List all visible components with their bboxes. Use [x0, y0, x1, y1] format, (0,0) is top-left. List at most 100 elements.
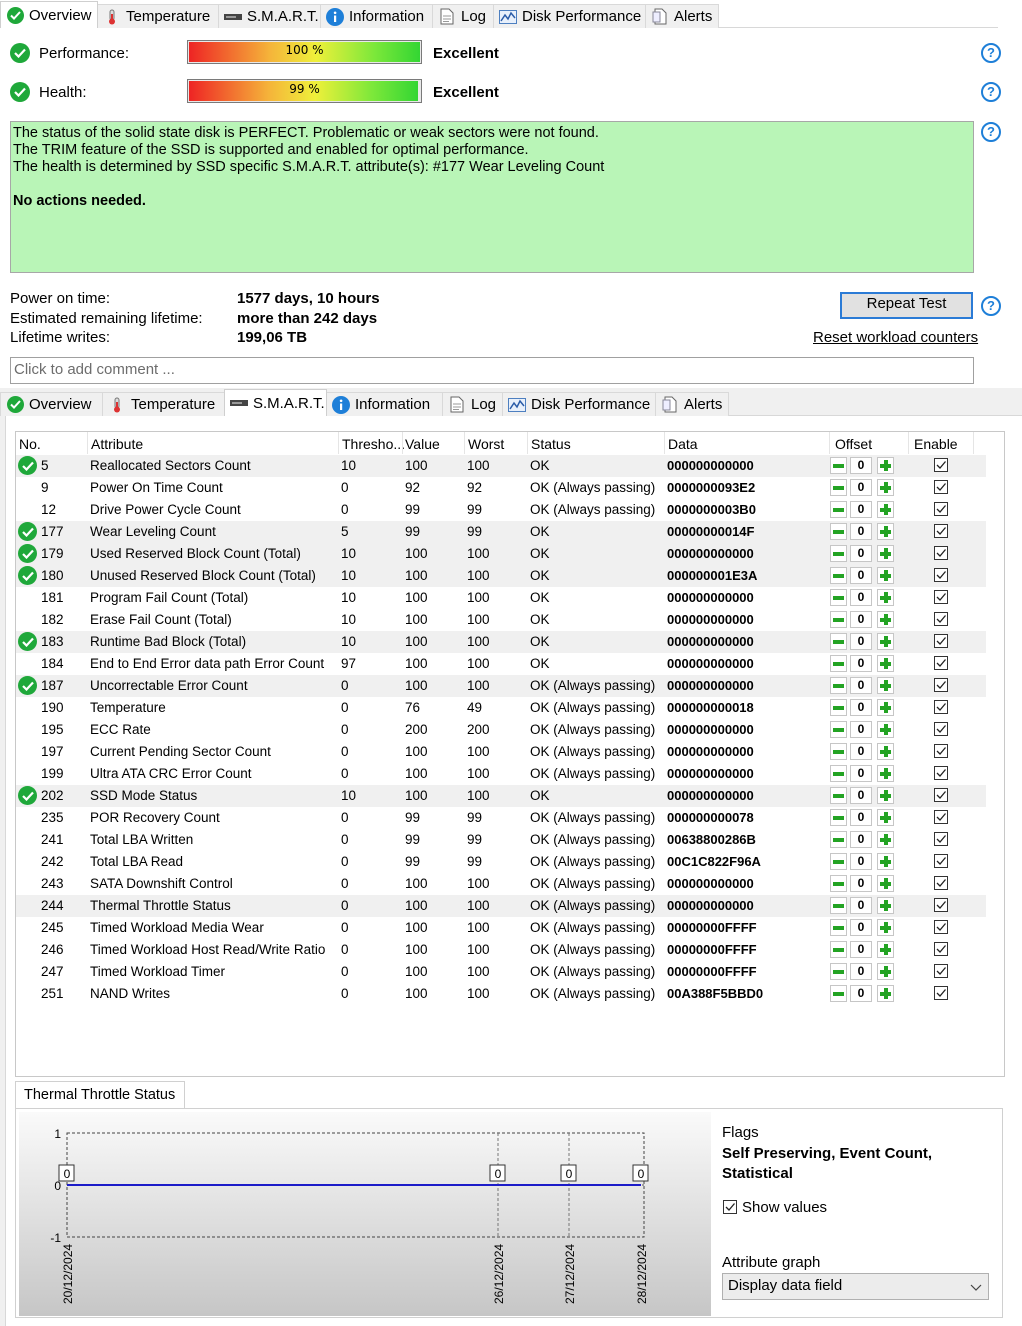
offset-increase-button[interactable] [877, 875, 894, 892]
offset-value[interactable]: 0 [850, 501, 872, 518]
enable-checkbox[interactable] [934, 678, 948, 692]
offset-decrease-button[interactable] [830, 963, 847, 980]
table-row[interactable]: 243 SATA Downshift Control 0 100 100 OK (Alwa… [16, 873, 986, 895]
offset-increase-button[interactable] [877, 963, 894, 980]
enable-checkbox[interactable] [934, 766, 948, 780]
offset-increase-button[interactable] [877, 787, 894, 804]
offset-increase-button[interactable] [877, 545, 894, 562]
offset-value[interactable]: 0 [850, 677, 872, 694]
offset-increase-button[interactable] [877, 501, 894, 518]
offset-increase-button[interactable] [877, 633, 894, 650]
enable-checkbox[interactable] [934, 700, 948, 714]
offset-decrease-button[interactable] [830, 897, 847, 914]
offset-value[interactable]: 0 [850, 611, 872, 628]
show-values-label[interactable]: Show values [742, 1199, 827, 1216]
table-row[interactable]: 182 Erase Fail Count (Total) 10 100 100 OK 000… [16, 609, 986, 631]
offset-value[interactable]: 0 [850, 765, 872, 782]
table-row[interactable]: 246 Timed Workload Host Read/Write Ratio 0… [16, 939, 986, 961]
offset-value[interactable]: 0 [850, 809, 872, 826]
status-help-icon[interactable]: ? [981, 122, 1001, 142]
offset-increase-button[interactable] [877, 589, 894, 606]
offset-value[interactable]: 0 [850, 589, 872, 606]
offset-value[interactable]: 0 [850, 897, 872, 914]
offset-value[interactable]: 0 [850, 743, 872, 760]
enable-checkbox[interactable] [934, 634, 948, 648]
offset-decrease-button[interactable] [830, 721, 847, 738]
tab-information[interactable]: Information [326, 392, 443, 416]
table-row[interactable]: 202 SSD Mode Status 10 100 100 OK 000000000000… [16, 785, 986, 807]
repeat-test-button[interactable]: Repeat Test [840, 292, 973, 319]
offset-decrease-button[interactable] [830, 809, 847, 826]
health-help-icon[interactable]: ? [981, 82, 1001, 102]
smart-attributes-table[interactable]: No. Attribute Thresho... Value Worst Sta… [15, 431, 1005, 1077]
enable-checkbox[interactable] [934, 502, 948, 516]
enable-checkbox[interactable] [934, 524, 948, 538]
offset-value[interactable]: 0 [850, 567, 872, 584]
tab-alerts[interactable]: Alerts [645, 4, 719, 28]
table-row[interactable]: 12 Drive Power Cycle Count 0 99 99 OK (Always… [16, 499, 986, 521]
enable-checkbox[interactable] [934, 942, 948, 956]
table-row[interactable]: 197 Current Pending Sector Count 0 100 100 OK… [16, 741, 986, 763]
offset-value[interactable]: 0 [850, 523, 872, 540]
table-row[interactable]: 242 Total LBA Read 0 99 99 OK (Always passing… [16, 851, 986, 873]
column-header-worst[interactable]: Worst [468, 436, 504, 452]
offset-decrease-button[interactable] [830, 853, 847, 870]
enable-checkbox[interactable] [934, 920, 948, 934]
enable-checkbox[interactable] [934, 722, 948, 736]
offset-decrease-button[interactable] [830, 765, 847, 782]
table-row[interactable]: 245 Timed Workload Media Wear 0 100 100 OK (A… [16, 917, 986, 939]
enable-checkbox[interactable] [934, 854, 948, 868]
offset-increase-button[interactable] [877, 567, 894, 584]
table-row[interactable]: 190 Temperature 0 76 49 OK (Always passing) 00… [16, 697, 986, 719]
offset-decrease-button[interactable] [830, 479, 847, 496]
offset-value[interactable]: 0 [850, 919, 872, 936]
table-row[interactable]: 177 Wear Leveling Count 5 99 99 OK 00000000014… [16, 521, 986, 543]
enable-checkbox[interactable] [934, 744, 948, 758]
offset-decrease-button[interactable] [830, 699, 847, 716]
offset-increase-button[interactable] [877, 743, 894, 760]
enable-checkbox[interactable] [934, 590, 948, 604]
tab-alerts[interactable]: Alerts [655, 392, 729, 416]
offset-increase-button[interactable] [877, 655, 894, 672]
column-header-attribute[interactable]: Attribute [91, 436, 143, 452]
enable-checkbox[interactable] [934, 898, 948, 912]
offset-decrease-button[interactable] [830, 655, 847, 672]
tab-disk-performance[interactable]: Disk Performance [493, 4, 646, 28]
column-header-no[interactable]: No. [19, 436, 41, 452]
offset-decrease-button[interactable] [830, 875, 847, 892]
table-row[interactable]: 195 ECC Rate 0 200 200 OK (Always passing) 000… [16, 719, 986, 741]
offset-increase-button[interactable] [877, 985, 894, 1002]
offset-decrease-button[interactable] [830, 677, 847, 694]
column-header-threshold[interactable]: Thresho... [342, 436, 405, 452]
offset-increase-button[interactable] [877, 699, 894, 716]
offset-value[interactable]: 0 [850, 479, 872, 496]
offset-increase-button[interactable] [877, 765, 894, 782]
enable-checkbox[interactable] [934, 810, 948, 824]
offset-value[interactable]: 0 [850, 457, 872, 474]
offset-value[interactable]: 0 [850, 985, 872, 1002]
table-row[interactable]: 180 Unused Reserved Block Count (Total) 10… [16, 565, 986, 587]
table-row[interactable]: 247 Timed Workload Timer 0 100 100 OK (Always… [16, 961, 986, 983]
table-row[interactable]: 241 Total LBA Written 0 99 99 OK (Always pass… [16, 829, 986, 851]
tab-log[interactable]: Log [432, 4, 494, 28]
column-header-value[interactable]: Value [405, 436, 440, 452]
column-header-data[interactable]: Data [668, 436, 698, 452]
offset-decrease-button[interactable] [830, 567, 847, 584]
table-row[interactable]: 251 NAND Writes 0 100 100 OK (Always passing)… [16, 983, 986, 1005]
enable-checkbox[interactable] [934, 986, 948, 1000]
offset-value[interactable]: 0 [850, 633, 872, 650]
offset-value[interactable]: 0 [850, 721, 872, 738]
offset-increase-button[interactable] [877, 897, 894, 914]
table-row[interactable]: 5 Reallocated Sectors Count 10 100 100 OK 0000… [16, 455, 986, 477]
offset-decrease-button[interactable] [830, 919, 847, 936]
comment-input[interactable]: Click to add comment ... [10, 357, 974, 384]
offset-decrease-button[interactable] [830, 787, 847, 804]
table-row[interactable]: 183 Runtime Bad Block (Total) 10 100 100 OK 00… [16, 631, 986, 653]
offset-increase-button[interactable] [877, 457, 894, 474]
enable-checkbox[interactable] [934, 458, 948, 472]
offset-decrease-button[interactable] [830, 589, 847, 606]
tab-smart[interactable]: S.M.A.R.T. [218, 4, 321, 28]
enable-checkbox[interactable] [934, 788, 948, 802]
offset-increase-button[interactable] [877, 809, 894, 826]
offset-increase-button[interactable] [877, 611, 894, 628]
